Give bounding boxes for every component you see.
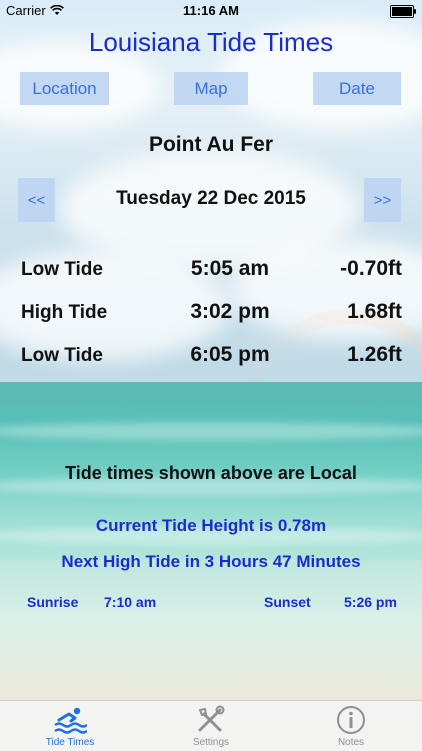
tools-icon (198, 705, 225, 732)
tide-type: Low Tide (21, 345, 103, 366)
tide-height: -0.70ft (340, 257, 402, 280)
beach-background (0, 0, 422, 750)
tide-time: 6:05 pm (190, 343, 270, 366)
tide-time: 3:02 pm (190, 300, 270, 323)
current-tide-height: Current Tide Height is 0.78m (95, 516, 327, 535)
next-day-button[interactable]: >> (364, 178, 401, 222)
tab-label: Notes (337, 737, 365, 748)
location-name: Point Au Fer (148, 133, 274, 156)
tab-label: Settings (192, 737, 230, 748)
local-time-note: Tide times shown above are Local (65, 463, 357, 483)
previous-day-button[interactable]: << (18, 178, 55, 222)
date-button[interactable]: Date (313, 72, 401, 105)
tide-row: Low Tide 6:05 pm 1.26ft (0, 341, 422, 373)
status-bar: Carrier 11:16 AM (0, 0, 422, 22)
tide-row: Low Tide 5:05 am -0.70ft (0, 255, 422, 287)
battery-icon (390, 5, 416, 18)
tab-notes[interactable]: Notes (301, 701, 401, 751)
tide-time: 5:05 am (190, 257, 270, 280)
app-title: Louisiana Tide Times (88, 27, 334, 57)
tab-settings[interactable]: Settings (161, 701, 261, 751)
info-icon (337, 706, 365, 734)
tide-row: High Tide 3:02 pm 1.68ft (0, 298, 422, 330)
map-button[interactable]: Map (174, 72, 248, 105)
tide-type: Low Tide (21, 259, 103, 280)
location-button[interactable]: Location (20, 72, 109, 105)
tide-type: High Tide (21, 302, 108, 323)
swimmer-icon (54, 707, 87, 734)
next-high-tide: Next High Tide in 3 Hours 47 Minutes (61, 552, 361, 571)
sunrise-time: 7:10 am (104, 594, 157, 610)
tide-height: 1.68ft (347, 300, 402, 323)
tab-bar: Tide Times Settings Notes (0, 700, 422, 751)
sunrise-label: Sunrise (27, 594, 79, 610)
tab-tide-times[interactable]: Tide Times (20, 701, 120, 751)
tide-height: 1.26ft (347, 343, 402, 366)
current-date: Tuesday 22 Dec 2015 (116, 188, 306, 209)
sunset-label: Sunset (264, 594, 311, 610)
status-time: 11:16 AM (183, 3, 239, 18)
sunset-time: 5:26 pm (344, 594, 397, 610)
tab-label: Tide Times (45, 737, 95, 748)
